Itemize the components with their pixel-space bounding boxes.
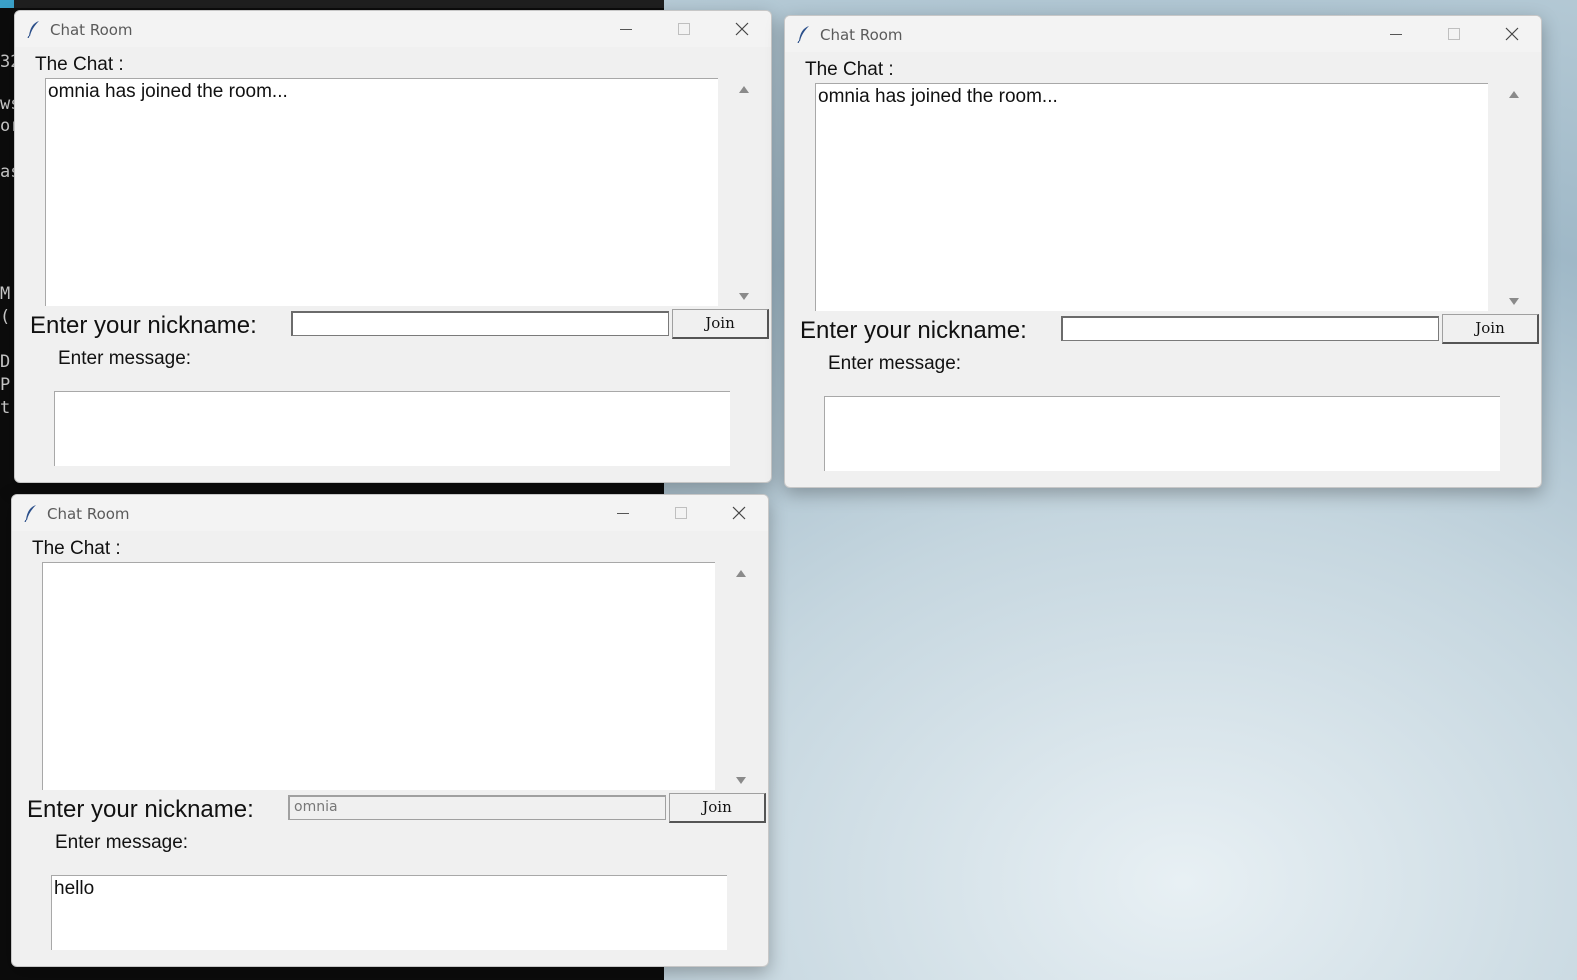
- window-title: Chat Room: [820, 26, 903, 44]
- close-button[interactable]: [1483, 16, 1541, 52]
- title-bar[interactable]: Chat Room: [15, 11, 771, 47]
- scroll-up-arrow-icon[interactable]: [1509, 91, 1519, 98]
- message-label: Enter message:: [828, 353, 962, 374]
- title-bar[interactable]: Chat Room: [785, 16, 1541, 52]
- window-title: Chat Room: [47, 505, 130, 523]
- scroll-up-arrow-icon[interactable]: [739, 86, 749, 93]
- terminal-accent: [0, 0, 14, 8]
- join-button[interactable]: Join: [669, 793, 766, 823]
- nickname-label: Enter your nickname:: [27, 796, 254, 823]
- chat-room-window: Chat Room The Chat : omnia has joined th…: [784, 15, 1542, 488]
- terminal-line: D: [0, 352, 11, 372]
- scroll-up-arrow-icon[interactable]: [736, 570, 746, 577]
- window-title: Chat Room: [50, 21, 133, 39]
- message-input[interactable]: hello: [51, 875, 727, 950]
- minimize-button[interactable]: [594, 495, 652, 531]
- close-button[interactable]: [710, 495, 768, 531]
- scroll-down-arrow-icon[interactable]: [1509, 298, 1519, 305]
- join-button[interactable]: Join: [1442, 314, 1539, 344]
- nickname-input[interactable]: [291, 311, 669, 336]
- minimize-button[interactable]: [597, 11, 655, 47]
- terminal-line: M: [0, 284, 11, 304]
- chat-scrollbar[interactable]: [1504, 83, 1526, 311]
- message-label: Enter message:: [58, 348, 192, 369]
- message-label: Enter message:: [55, 832, 189, 853]
- message-input[interactable]: [54, 391, 730, 466]
- chat-room-window: Chat Room The Chat : Enter your nickname…: [11, 494, 769, 967]
- chat-scrollbar[interactable]: [731, 562, 753, 790]
- feather-icon: [27, 21, 39, 38]
- feather-icon: [24, 505, 36, 522]
- nickname-label: Enter your nickname:: [30, 312, 257, 339]
- title-bar[interactable]: Chat Room: [12, 495, 768, 531]
- terminal-line: t: [0, 398, 11, 418]
- close-icon: [735, 22, 749, 36]
- chat-log[interactable]: [42, 562, 715, 790]
- maximize-button[interactable]: [655, 11, 713, 47]
- scroll-down-arrow-icon[interactable]: [739, 293, 749, 300]
- nickname-label: Enter your nickname:: [800, 317, 1027, 344]
- maximize-button[interactable]: [652, 495, 710, 531]
- feather-icon: [797, 26, 809, 43]
- close-icon: [732, 506, 746, 520]
- terminal-tabbar: [0, 0, 664, 8]
- chat-label: The Chat :: [35, 54, 124, 75]
- close-button[interactable]: [713, 11, 771, 47]
- terminal-line: (: [0, 307, 11, 327]
- chat-label: The Chat :: [32, 538, 121, 559]
- minimize-button[interactable]: [1367, 16, 1425, 52]
- chat-label: The Chat :: [805, 59, 894, 80]
- terminal-line: P: [0, 375, 11, 395]
- nickname-input[interactable]: omnia: [288, 795, 666, 820]
- chat-scrollbar[interactable]: [734, 78, 756, 306]
- nickname-input[interactable]: [1061, 316, 1439, 341]
- chat-log[interactable]: omnia has joined the room...: [815, 83, 1488, 311]
- join-button[interactable]: Join: [672, 309, 769, 339]
- close-icon: [1505, 27, 1519, 41]
- chat-room-window: Chat Room The Chat : omnia has joined th…: [14, 10, 772, 483]
- message-input[interactable]: [824, 396, 1500, 471]
- maximize-button[interactable]: [1425, 16, 1483, 52]
- chat-log[interactable]: omnia has joined the room...: [45, 78, 718, 306]
- scroll-down-arrow-icon[interactable]: [736, 777, 746, 784]
